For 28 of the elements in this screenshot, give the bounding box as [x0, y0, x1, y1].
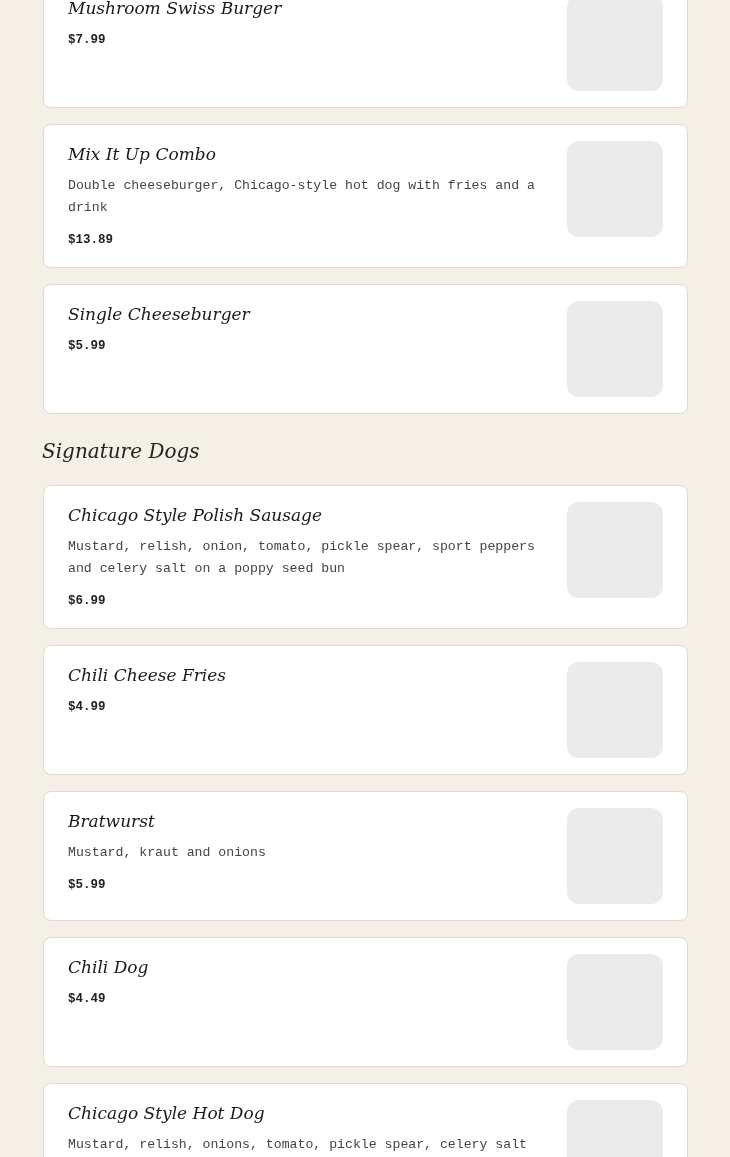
item-description: Double cheeseburger, Chicago-style hot dog with fries and a drink — [68, 177, 536, 217]
menu-item-card[interactable]: Chicago Style Polish Sausage Mustard, relish, onion, tomato, pickle spear, sport peppers and celery salt on a poppy seed bun $6.99 — [43, 485, 688, 629]
item-description: Mustard, kraut and onions — [68, 844, 267, 862]
menu-item-card[interactable]: Single Cheeseburger $5.99 — [43, 284, 688, 414]
item-description: Mustard, relish, onion, tomato, pickle spear, sport peppers and celery salt on a poppy seed bun — [68, 538, 536, 578]
item-price: $5.99 — [68, 338, 107, 355]
item-name: Bratwurst — [68, 810, 156, 832]
menu-item-card[interactable]: Bratwurst Mustard, kraut and onions $5.99 — [43, 791, 688, 921]
menu-item-card[interactable]: Mushroom Swiss Burger $7.99 — [43, 0, 688, 108]
item-price: $4.49 — [68, 991, 107, 1008]
item-price: $6.99 — [68, 593, 107, 610]
menu-item-card[interactable]: Chili Cheese Fries $4.99 — [43, 645, 688, 775]
item-price: $5.99 — [68, 877, 107, 894]
item-name: Mix It Up Combo — [68, 143, 217, 165]
item-name: Chili Cheese Fries — [68, 664, 228, 686]
item-price: $7.99 — [68, 32, 107, 49]
menu-item-card[interactable]: Chicago Style Hot Dog Mustard, relish, onions, tomato, pickle spear, celery salt — [43, 1083, 688, 1157]
item-price: $4.99 — [68, 699, 107, 716]
item-name: Chili Dog — [68, 956, 150, 978]
item-price: $13.89 — [68, 232, 114, 249]
item-name: Mushroom Swiss Burger — [68, 0, 283, 19]
item-name: Single Cheeseburger — [68, 303, 252, 325]
item-name: Chicago Style Hot Dog — [68, 1102, 266, 1124]
menu-item-card[interactable]: Chili Dog $4.49 — [43, 937, 688, 1067]
section-title: Signature Dogs — [42, 439, 201, 463]
menu-item-card[interactable]: Mix It Up Combo Double cheeseburger, Chicago-style hot dog with fries and a drink $13.89 — [43, 124, 688, 268]
item-description: Mustard, relish, onions, tomato, pickle spear, celery salt — [68, 1136, 528, 1154]
item-name: Chicago Style Polish Sausage — [68, 504, 324, 526]
